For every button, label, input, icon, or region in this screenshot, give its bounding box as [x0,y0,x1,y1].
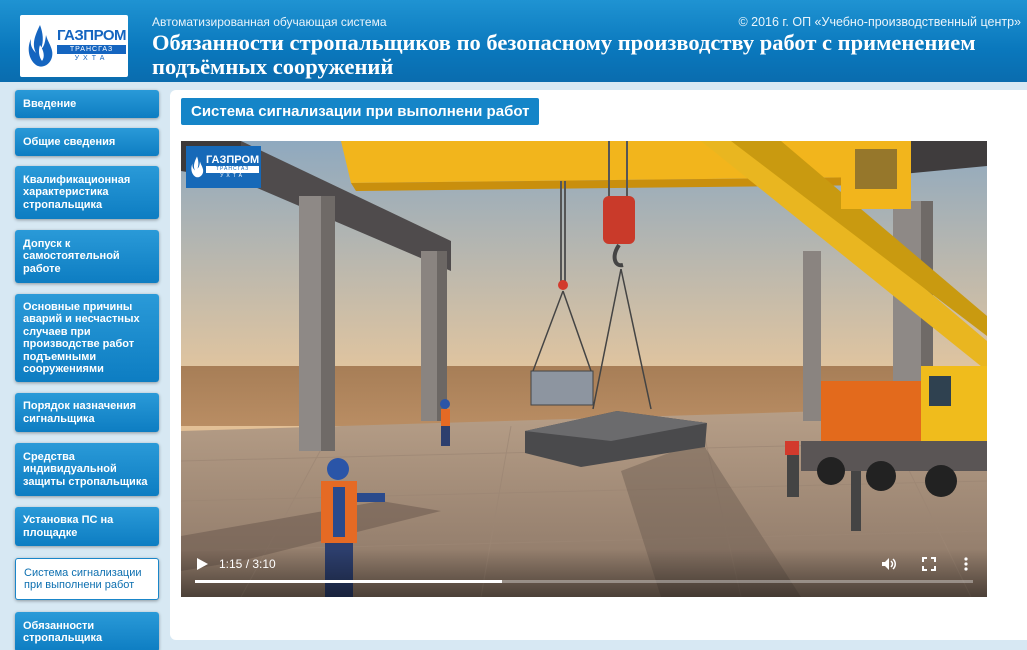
logo-city: УХТА [74,55,109,62]
logo-sub: ТРАНСГАЗ [57,45,127,54]
video-progress-fill [195,580,503,583]
flame-icon [191,156,204,178]
app-subtitle: Автоматизированная обучающая система [152,15,387,29]
video-controls: 1:15 / 3:10 [181,549,987,597]
video-time: 1:15 / 3:10 [219,557,276,571]
sidebar-item-accident-causes[interactable]: Основные причины аварий и несчастных слу… [15,294,159,382]
video-player[interactable]: ГАЗПРОМ ТРАНСГАЗ УХТА 1:15 / 3:10 [181,141,987,597]
volume-icon[interactable] [881,556,897,572]
play-icon[interactable] [195,557,209,571]
fullscreen-icon[interactable] [921,556,937,572]
sidebar-item-qualification[interactable]: Квалификационная характеристика стропаль… [15,166,159,219]
sidebar-item-general[interactable]: Общие сведения [15,128,159,156]
sidebar-item-label: Установка ПС на площадке [23,514,114,539]
video-progress-bar[interactable] [195,580,973,583]
sidebar-item-label: Допуск к самостоятельной работе [23,237,120,275]
sidebar-item-installation[interactable]: Установка ПС на площадке [15,507,159,546]
sidebar-item-label: Общие сведения [23,135,116,148]
logo-sub: ТРАНСГАЗ [206,166,260,173]
sidebar-item-signaling[interactable]: Система сигнализации при выполнени работ [15,558,159,600]
more-options-icon[interactable] [961,556,971,572]
video-frame [181,141,987,597]
sidebar-item-label: Квалификационная характеристика стропаль… [23,173,131,211]
sidebar-item-label: Система сигнализации при выполнени работ [24,566,142,592]
logo-name: ГАЗПРОМ [57,27,127,44]
main-content: Система сигнализации при выполнени работ [170,90,1027,640]
copyright: © 2016 г. ОП «Учебно-производственный це… [738,15,1021,29]
page-title: Обязанности стропальщиков по безопасному… [152,30,976,79]
sidebar-item-label: Введение [23,97,77,110]
sidebar-item-label: Основные причины аварий и несчастных слу… [23,300,140,376]
sidebar-item-intro[interactable]: Введение [15,90,159,118]
worker-far [440,399,450,446]
sidebar-item-label: Обязанности стропальщика [23,619,103,645]
video-watermark-logo: ГАЗПРОМ ТРАНСГАЗ УХТА [186,146,261,188]
app-header: ГАЗПРОМ ТРАНСГАЗ УХТА Автоматизированная… [0,0,1027,82]
sidebar-item-label: Порядок назначения сигнальщика [23,400,137,425]
flame-icon [28,25,53,67]
sidebar-item-duties[interactable]: Обязанности стропальщика [15,612,159,650]
gazprom-logo: ГАЗПРОМ ТРАНСГАЗ УХТА [20,15,128,77]
sidebar-item-label: Средства индивидуальной защиты стропальщ… [23,450,148,488]
sidebar-item-signalman[interactable]: Порядок назначения сигнальщика [15,393,159,432]
sidebar-item-protection[interactable]: Средства индивидуальной защиты стропальщ… [15,443,159,496]
sidebar-item-admission[interactable]: Допуск к самостоятельной работе [15,230,159,283]
logo-city: УХТА [220,173,245,179]
logo-name: ГАЗПРОМ [206,154,260,166]
section-title: Система сигнализации при выполнени работ [181,98,540,125]
